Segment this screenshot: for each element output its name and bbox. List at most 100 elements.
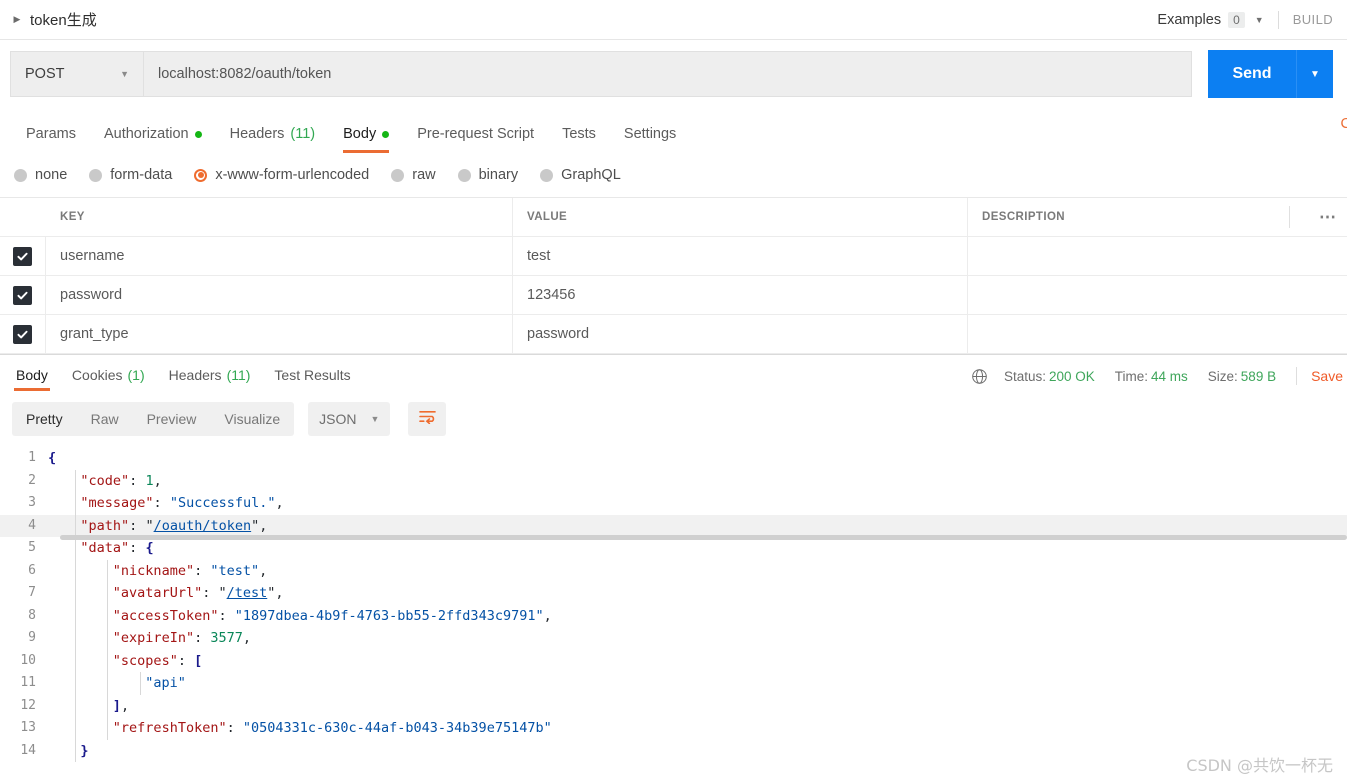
token-pun: , xyxy=(543,607,552,624)
code-line: 10 "scopes": [ xyxy=(0,650,1347,673)
code-line: 7 "avatarUrl": "/test", xyxy=(0,582,1347,605)
request-tab-authorization[interactable]: Authorization xyxy=(90,126,216,153)
token-pun: : xyxy=(226,720,243,736)
column-header-description: DESCRIPTION ⋯ xyxy=(968,198,1347,236)
bulk-edit-ellipsis-icon[interactable]: ⋯ xyxy=(1319,209,1337,226)
line-number: 14 xyxy=(20,742,36,758)
param-value-cell[interactable]: 123456 xyxy=(513,276,968,314)
code-line-text: "avatarUrl": "/test", xyxy=(48,582,284,605)
param-key-cell[interactable]: username xyxy=(46,237,513,275)
response-view-pretty[interactable]: Pretty xyxy=(12,402,77,436)
code-line: 3 "message": "Successful.", xyxy=(0,492,1347,515)
param-key-text: grant_type xyxy=(60,326,129,342)
row-enabled-checkbox[interactable] xyxy=(13,324,32,344)
request-tab-settings[interactable]: Settings xyxy=(610,126,690,153)
request-tab-label: Settings xyxy=(623,126,677,142)
param-description-cell[interactable] xyxy=(968,315,1347,353)
response-tab-cookies[interactable]: Cookies (1) xyxy=(60,367,157,391)
send-button[interactable]: Send xyxy=(1208,50,1296,98)
param-key-cell[interactable]: grant_type xyxy=(46,315,513,353)
body-type-binary[interactable]: binary xyxy=(457,167,518,183)
token-link[interactable]: /oauth/token xyxy=(154,518,252,534)
body-type-label: form-data xyxy=(110,167,173,183)
meta-divider xyxy=(1296,367,1298,385)
title-bar: ▶ token生成 Examples 0 ▼ BUILD xyxy=(0,0,1347,40)
body-type-x-www-form-urlencoded[interactable]: x-www-form-urlencoded xyxy=(194,167,369,183)
body-type-graphql[interactable]: GraphQL xyxy=(540,167,621,183)
response-view-raw[interactable]: Raw xyxy=(77,402,133,436)
body-type-label: GraphQL xyxy=(561,167,621,183)
send-group: Send ▼ xyxy=(1208,50,1333,98)
examples-label[interactable]: Examples xyxy=(1157,12,1221,28)
request-tab-headers[interactable]: Headers (11) xyxy=(216,126,330,153)
body-type-raw[interactable]: raw xyxy=(391,167,436,183)
request-tab-pre-request-script[interactable]: Pre-request Script xyxy=(403,126,548,153)
code-line-text: { xyxy=(48,447,56,470)
response-tab-label: Test Results xyxy=(274,367,351,383)
token-pun: : xyxy=(129,472,146,489)
token-brace: { xyxy=(145,540,154,556)
response-format-select[interactable]: JSON ▼ xyxy=(308,402,391,436)
url-input[interactable]: localhost:8082/oauth/token xyxy=(143,51,1192,97)
response-format-label: JSON xyxy=(319,411,357,427)
response-meta: Status: 200 OK Time: 44 ms Size: 589 B Save xyxy=(971,367,1347,391)
param-key-cell[interactable]: password xyxy=(46,276,513,314)
token-brace: [ xyxy=(194,652,203,669)
token-pun: , xyxy=(153,472,162,489)
examples-chevron-down-icon[interactable]: ▼ xyxy=(1255,15,1264,25)
table-row: password 123456 xyxy=(0,276,1347,315)
code-line: 8 "accessToken": "1897dbea-4b9f-4763-bb55… xyxy=(0,605,1347,628)
param-description-cell[interactable] xyxy=(968,237,1347,275)
word-wrap-toggle-button[interactable] xyxy=(408,402,447,436)
cookies-link-partial[interactable]: C xyxy=(1341,116,1347,132)
save-response-button[interactable]: Save xyxy=(1311,368,1343,384)
token-key: "data" xyxy=(80,540,130,556)
token-pun: : xyxy=(129,517,146,534)
token-pun: : xyxy=(194,562,211,579)
line-number: 3 xyxy=(28,495,36,510)
param-description-cell[interactable] xyxy=(968,276,1347,314)
body-type-none[interactable]: none xyxy=(14,167,67,183)
code-line: 9 "expireIn": 3577, xyxy=(0,627,1347,650)
param-value-cell[interactable]: password xyxy=(513,315,968,353)
token-pun: , xyxy=(259,562,268,579)
send-options-chevron-down-icon[interactable]: ▼ xyxy=(1296,50,1333,98)
http-method-select[interactable]: POST ▼ xyxy=(10,51,143,97)
build-button[interactable]: BUILD xyxy=(1293,12,1333,27)
token-num: 1 xyxy=(145,472,154,489)
body-type-label: x-www-form-urlencoded xyxy=(215,167,370,183)
url-text: localhost:8082/oauth/token xyxy=(158,66,332,82)
code-line-text: "scopes": [ xyxy=(48,650,202,673)
request-tab-label: Authorization xyxy=(103,126,189,142)
param-value-cell[interactable]: test xyxy=(513,237,968,275)
indent-guide xyxy=(139,672,141,695)
code-line-text: ], xyxy=(48,695,129,718)
request-tab-body[interactable]: Body xyxy=(329,126,403,153)
code-line-text: "expireIn": 3577, xyxy=(48,627,251,650)
request-tab-label: Pre-request Script xyxy=(417,126,535,142)
code-horizontal-scrollbar[interactable] xyxy=(60,534,1347,540)
code-line: 1{ xyxy=(0,447,1347,470)
token-str: "test" xyxy=(210,562,260,579)
token-link[interactable]: /test xyxy=(227,585,268,601)
body-type-form-data[interactable]: form-data xyxy=(89,167,172,183)
row-enabled-checkbox[interactable] xyxy=(13,285,32,305)
collapse-triangle-right-icon[interactable]: ▶ xyxy=(10,13,24,27)
size-value: 589 B xyxy=(1240,368,1277,384)
token-key: "avatarUrl" xyxy=(112,585,203,601)
request-tab-params[interactable]: Params xyxy=(12,126,90,153)
response-view-preview[interactable]: Preview xyxy=(133,402,211,436)
param-key-text: username xyxy=(60,248,125,264)
code-line-text: "nickname": "test", xyxy=(48,560,267,583)
row-enabled-checkbox[interactable] xyxy=(13,246,32,266)
request-tab-bar: Params Authorization Headers (11) Body Pre-re… xyxy=(0,108,1347,153)
response-view-visualize[interactable]: Visualize xyxy=(210,402,294,436)
line-number: 7 xyxy=(28,585,36,600)
response-tab-headers[interactable]: Headers (11) xyxy=(157,367,263,391)
response-tab-body[interactable]: Body xyxy=(4,367,60,391)
response-body-code-viewer[interactable]: 1{2 "code": 1, 3 "message": "Successful.", 4… xyxy=(0,447,1347,762)
request-tab-tests[interactable]: Tests xyxy=(548,126,610,153)
request-tab-count: (11) xyxy=(290,126,316,142)
response-tab-test-results[interactable]: Test Results xyxy=(262,367,362,391)
token-key: "expireIn" xyxy=(112,630,195,646)
